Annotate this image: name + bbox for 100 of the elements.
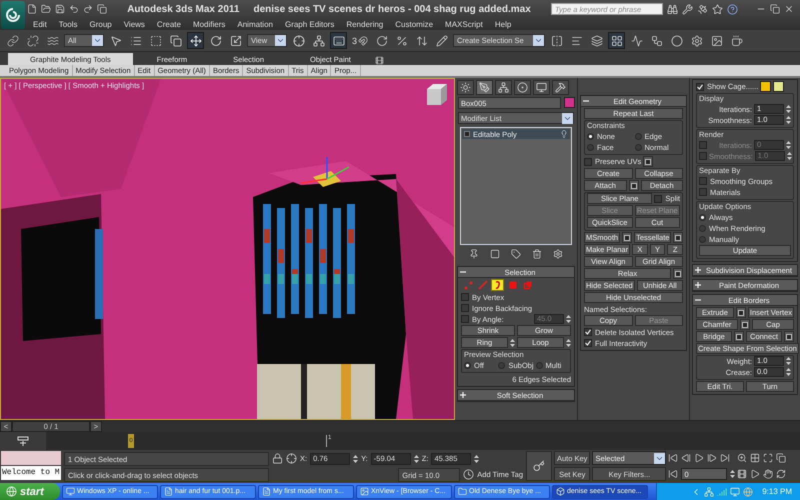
toolbar-button[interactable] [608, 32, 626, 49]
radio-button[interactable] [536, 362, 543, 368]
radio-button[interactable] [634, 144, 642, 150]
play-icon[interactable] [694, 453, 704, 463]
orbit-icon[interactable] [776, 469, 786, 479]
checkbox[interactable] [461, 315, 469, 323]
spinner-arrows-icon[interactable] [786, 115, 791, 125]
checkbox[interactable] [584, 328, 592, 336]
radio-button[interactable] [498, 362, 506, 368]
menu-item[interactable]: Group [89, 20, 112, 28]
trash-icon[interactable] [532, 249, 542, 259]
squares-icon[interactable] [776, 453, 786, 463]
settings-button[interactable] [736, 307, 746, 318]
spinner-arrows-icon[interactable] [786, 356, 791, 366]
checkbox[interactable] [461, 293, 469, 301]
app-logo-icon[interactable] [1, 1, 25, 29]
restore-icon[interactable] [770, 4, 780, 14]
menu-item[interactable]: Graph Editors [284, 20, 334, 28]
save-icon[interactable] [55, 4, 65, 14]
menu-item[interactable]: Edit [33, 20, 47, 28]
track-settings-icon[interactable] [17, 435, 29, 447]
frame-icon[interactable] [763, 453, 774, 463]
spinner-arrows-icon[interactable] [566, 338, 571, 348]
settings-button[interactable] [673, 268, 683, 279]
hand-icon[interactable] [763, 469, 774, 479]
settings-button[interactable] [734, 331, 744, 342]
checkbox[interactable] [584, 158, 592, 166]
start-button[interactable]: start [0, 483, 60, 500]
radio-button[interactable] [699, 224, 706, 232]
pin-icon[interactable] [468, 249, 479, 259]
step-back-icon[interactable] [681, 453, 692, 463]
spinner-arrows-icon[interactable] [510, 338, 515, 348]
checkbox[interactable] [699, 141, 707, 149]
radio-button[interactable] [699, 214, 706, 220]
object-color-swatch[interactable] [564, 97, 575, 108]
wrench-icon[interactable] [682, 4, 693, 14]
settings-button[interactable] [628, 180, 638, 191]
menu-item[interactable]: Views [124, 20, 145, 28]
help-icon[interactable] [727, 4, 738, 14]
key-button[interactable] [526, 451, 552, 481]
spinner-arrows-icon[interactable] [566, 314, 571, 324]
command-panel-tab[interactable] [514, 80, 531, 95]
undo-icon[interactable] [69, 4, 79, 14]
menu-item[interactable]: Animation [237, 20, 273, 28]
spinner-arrows-icon[interactable] [786, 151, 792, 161]
settings-button[interactable] [784, 331, 794, 342]
command-panel-tab[interactable] [552, 80, 569, 95]
color-swatch[interactable] [760, 81, 772, 92]
settings-button[interactable] [643, 156, 654, 167]
folder-icon[interactable] [41, 4, 51, 14]
checkbox[interactable] [699, 188, 707, 196]
menu-item[interactable]: Help [494, 20, 512, 28]
menu-item[interactable]: Modifiers [192, 20, 226, 28]
checkbox[interactable] [584, 339, 592, 347]
settings-button[interactable] [673, 232, 684, 243]
spinner-arrows-icon[interactable] [414, 454, 419, 464]
skip-forward-icon[interactable] [720, 453, 730, 463]
spinner-arrows-icon[interactable] [786, 104, 791, 114]
menu-item[interactable]: MAXScript [445, 20, 483, 28]
listener-output[interactable]: Welcome to M [1, 466, 61, 480]
spinner-arrows-icon[interactable] [786, 367, 791, 377]
spinner-arrows-icon[interactable] [786, 140, 791, 150]
radio-button[interactable] [464, 362, 471, 368]
listener-input[interactable] [1, 451, 61, 465]
settings-button[interactable] [622, 232, 632, 243]
command-panel-tab[interactable] [457, 80, 474, 95]
menu-item[interactable]: Customize [395, 20, 434, 28]
menu-item[interactable]: Tools [58, 20, 78, 28]
checkbox[interactable] [654, 194, 662, 202]
checkbox[interactable] [699, 177, 707, 185]
snap-toggle[interactable]: 3 [350, 32, 370, 49]
new-file-icon[interactable] [27, 4, 37, 14]
radio-button[interactable] [587, 132, 594, 140]
zoom-icon[interactable] [737, 453, 748, 463]
command-panel-tab[interactable] [495, 80, 512, 95]
step-forward-icon[interactable] [707, 453, 718, 463]
radio-button[interactable] [587, 144, 594, 150]
spinner-arrows-icon[interactable] [730, 469, 736, 479]
redo-icon[interactable] [83, 4, 93, 14]
film-icon[interactable] [737, 469, 748, 479]
radio-button[interactable] [634, 132, 642, 140]
grid-icon[interactable] [750, 453, 760, 463]
configure-icon[interactable] [553, 249, 564, 259]
settings-button[interactable] [740, 319, 750, 330]
monitor-icon[interactable] [730, 486, 740, 496]
checkbox[interactable] [461, 304, 469, 312]
crosshair-icon[interactable] [286, 453, 297, 464]
toolbar-button[interactable] [187, 32, 204, 49]
menu-item[interactable]: Create [156, 20, 181, 28]
star-icon[interactable] [712, 4, 723, 14]
radio-button[interactable] [699, 236, 706, 242]
triangle-icon[interactable] [750, 469, 760, 479]
command-panel-tab[interactable] [533, 80, 550, 95]
spinner-arrows-icon[interactable] [474, 454, 480, 464]
bar-icon[interactable] [490, 249, 500, 259]
checkbox[interactable] [699, 152, 707, 160]
tag-icon[interactable] [510, 249, 521, 259]
spinner-arrows-icon[interactable] [353, 454, 358, 464]
command-panel-tab[interactable] [476, 80, 493, 95]
clock-icon[interactable] [463, 469, 474, 480]
